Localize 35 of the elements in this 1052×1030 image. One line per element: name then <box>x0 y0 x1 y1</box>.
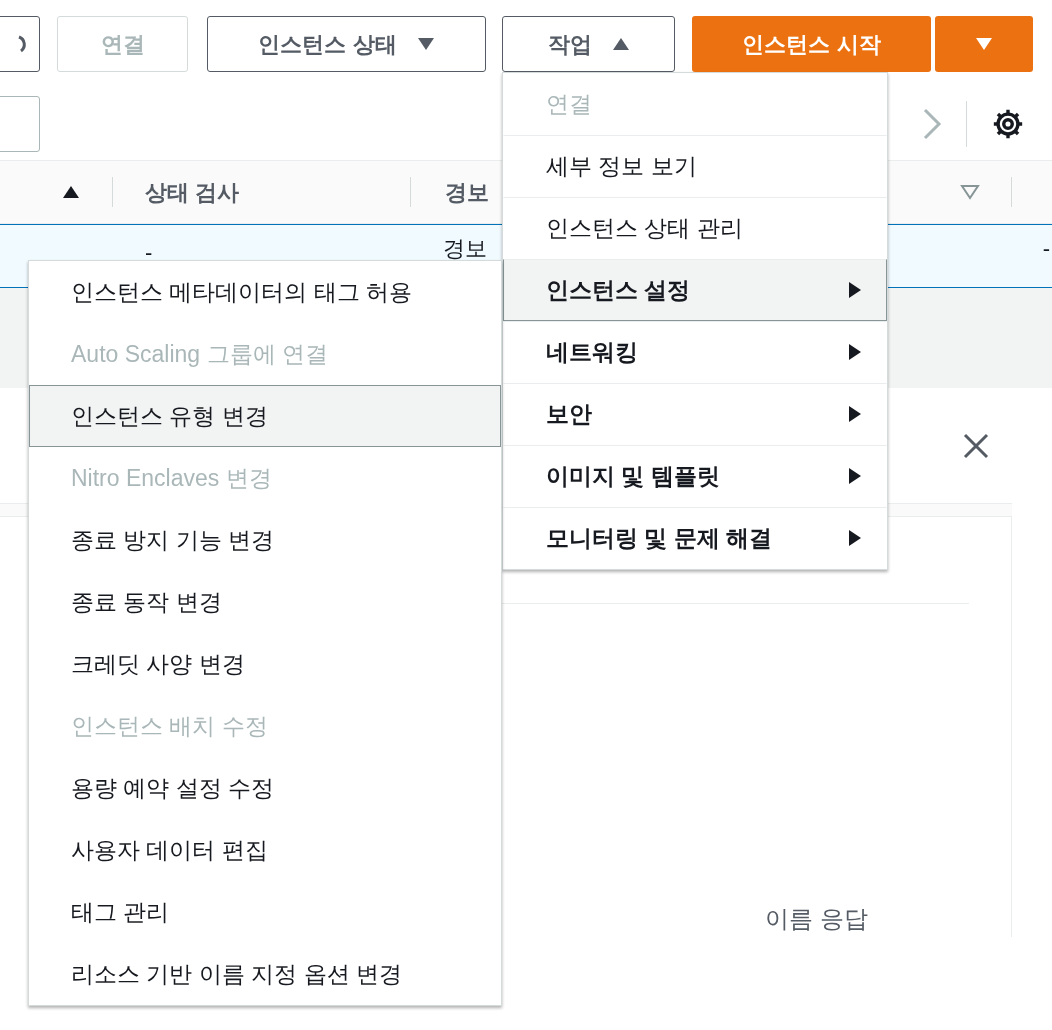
menu-item[interactable]: 보안 <box>503 383 887 445</box>
close-icon[interactable] <box>962 431 990 460</box>
menu-item[interactable]: 종료 동작 변경 <box>29 571 501 633</box>
sort-ascending-icon <box>62 185 80 199</box>
menu-item[interactable]: 모니터링 및 문제 해결 <box>503 507 887 569</box>
dropdown-button[interactable]: 인스턴스 상태 <box>207 16 486 72</box>
column-header[interactable]: 상태 검사 <box>113 175 410 209</box>
table-cell: 경보 <box>443 237 487 261</box>
submenu-arrow-icon <box>848 467 862 485</box>
submenu-arrow-icon <box>848 343 862 361</box>
menu-item[interactable]: 이미지 및 템플릿 <box>503 445 887 507</box>
menu-item[interactable]: 인스턴스 유형 변경 <box>29 385 501 447</box>
caret-down-icon <box>416 37 435 51</box>
settings-icon[interactable] <box>991 107 1025 141</box>
detail-label: 이름 응답 <box>765 904 868 934</box>
menu-item[interactable]: 용량 예약 설정 수정 <box>29 757 501 819</box>
menu-item[interactable]: 크레딧 사양 변경 <box>29 633 501 695</box>
menu-item[interactable]: 세부 정보 보기 <box>503 135 887 197</box>
menu-item[interactable]: 네트워킹 <box>503 321 887 383</box>
next-page-icon[interactable] <box>922 107 942 141</box>
submenu-arrow-icon <box>848 281 862 299</box>
dropdown-button[interactable]: 작업 <box>502 16 675 72</box>
caret-down-icon <box>975 37 993 51</box>
menu-item[interactable]: 인스턴스 설정 <box>503 259 887 321</box>
menu-item[interactable]: 리소스 기반 이름 지정 옵션 변경 <box>29 943 501 1005</box>
column-header[interactable]: 경보 <box>411 175 489 209</box>
sort-icon[interactable] <box>960 184 980 200</box>
submenu-arrow-icon <box>848 529 862 547</box>
menu-item[interactable]: 태그 관리 <box>29 881 501 943</box>
submenu-arrow-icon <box>848 405 862 423</box>
search-field[interactable] <box>0 96 40 152</box>
menu-item[interactable]: 종료 방지 기능 변경 <box>29 509 501 571</box>
menu-item[interactable]: 사용자 데이터 편집 <box>29 819 501 881</box>
caret-up-icon <box>611 37 630 51</box>
table-cell: - <box>1042 237 1050 261</box>
